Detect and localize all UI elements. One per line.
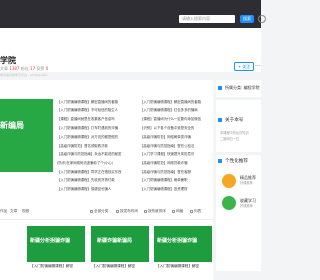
category-label: 所属分类: 编程学院: [225, 85, 260, 90]
list-icon: [190, 209, 193, 213]
card-thumb-text: 新疆分析拐骗诈骗: [157, 238, 198, 244]
recommend-item-sub: 好课推荐: [240, 204, 253, 208]
filter-bar: 作品 文章 视频 全部分类 按发布时间 按热度排序 网格 列表: [0, 209, 213, 217]
news-item[interactable]: 【入门防骗编辑课程】对方说的都是假的: [57, 135, 125, 139]
news-item[interactable]: 【高级诈骗与防范指南】冒充客服: [140, 170, 212, 174]
recommend-icon: [218, 159, 222, 163]
filter-option-hot[interactable]: 按热度排序: [144, 209, 166, 214]
filter-option-label: 按热度排序: [148, 209, 166, 213]
banner-text: 新编局: [0, 121, 24, 130]
search-button[interactable]: 搜索: [240, 15, 254, 23]
view-label: 网格: [176, 209, 184, 213]
news-item[interactable]: 【高级诈骗防范】网络刷单类诈骗: [140, 135, 212, 139]
filter-option-label: 按发布时间: [120, 209, 138, 213]
card-thumb-text: 新疆诈骗新骗局: [97, 238, 133, 244]
banner-image[interactable]: [0, 99, 53, 172]
news-item[interactable]: 【入门防骗编辑课程】解密直播间的套路: [140, 100, 212, 104]
card-title[interactable]: 【入门防骗编辑课程】解密: [30, 264, 86, 269]
news-item[interactable]: 【入门防骗编辑课程】保健品也骗人: [57, 187, 125, 191]
about-text: 本课程中的反诈知识: [220, 131, 249, 135]
card-thumbnail[interactable]: [91, 226, 149, 262]
more-icon[interactable]: ···: [255, 63, 261, 70]
site-title: 学院: [0, 56, 16, 65]
top-nav-bar: [0, 0, 261, 28]
view-grid-toggle[interactable]: 网格: [172, 209, 183, 214]
news-item[interactable]: 【入门学习课程】快速提升风险意识: [140, 152, 212, 156]
checkbox-icon: [144, 209, 147, 213]
filter-option-category[interactable]: 全部分类: [90, 209, 108, 214]
news-item[interactable]: 【入门防骗编辑课程】投资理财: [140, 187, 212, 191]
news-item[interactable]: 【课程】直播间为什么一定要你添加微信: [140, 117, 212, 121]
news-item[interactable]: 【入门防骗编辑课程】同学正在借钱买东西: [57, 170, 125, 174]
category-icon: [218, 86, 222, 90]
fans-label: 粉丝: [20, 66, 29, 71]
news-item[interactable]: 【入门防骗编辑课程】打车时遇到的诈骗: [57, 126, 125, 130]
news-item[interactable]: 【入门防骗编辑课程】先收到货再付款: [57, 178, 125, 182]
recommend-panel: [216, 155, 261, 271]
likes-label: 获赞: [36, 66, 45, 71]
site-stats: 文章 1387 粉丝 17 获赞 0: [0, 66, 48, 72]
checkbox-icon: [90, 209, 93, 213]
news-item[interactable]: 【高级诈骗与防范指南】冒充公检法: [140, 144, 212, 148]
checkbox-icon: [116, 209, 119, 213]
card-title[interactable]: 【入门防骗编辑课程】解密: [156, 264, 212, 269]
recommend-heading: 个性化推荐: [225, 159, 248, 164]
card-thumbnail[interactable]: [27, 226, 85, 262]
fans-count: 17: [30, 66, 36, 71]
news-item[interactable]: 【课程】直播间就是在收集客户信息吗: [57, 117, 125, 121]
qr-hint: 二维码扫一扫: [220, 137, 240, 141]
about-panel: [216, 100, 261, 152]
info-icon: [218, 118, 222, 122]
news-item[interactable]: 【高级诈骗防范】网络贷款诈骗: [140, 161, 212, 165]
avatar[interactable]: [222, 174, 236, 188]
about-heading: 关于本号: [225, 118, 244, 123]
tab-videos[interactable]: 视频: [22, 209, 29, 214]
filter-option-label: 全部分类: [94, 209, 109, 213]
news-item[interactable]: 【高级诈骗与防范指南】永远不能说的秘密: [57, 152, 125, 156]
tab-articles[interactable]: 文章: [10, 209, 17, 214]
news-item[interactable]: (防诈)在家网络码流波骗你了个(小心): [57, 161, 125, 165]
avatar[interactable]: [222, 196, 236, 210]
news-item[interactable]: 【入门防骗编辑课程】红包多多的骗局: [140, 108, 212, 112]
card-thumb-text: 新疆分析拐骗诈骗: [30, 238, 71, 244]
recommend-item-sub: 好课推荐: [240, 181, 253, 185]
news-item[interactable]: 【入门防骗编辑课程】刷单兼职: [140, 178, 212, 182]
grid-icon: [172, 209, 175, 213]
news-item[interactable]: 【入门防骗编辑课程】解密直播间的套路: [57, 100, 125, 104]
view-label: 列表: [194, 209, 202, 213]
filter-option-time[interactable]: 按发布时间: [116, 209, 138, 214]
view-list-toggle[interactable]: 列表: [190, 209, 201, 214]
likes-count: 0: [45, 66, 49, 71]
card-title[interactable]: 【入门防骗编辑课程】解密: [92, 264, 148, 269]
site-description: 成为最好的学习平台 - Amitapublic: [0, 73, 48, 77]
news-item[interactable]: 【入门防骗编辑课程】不可轻信的陌生人: [57, 108, 125, 112]
tab-works[interactable]: 作品: [0, 209, 7, 214]
card-thumbnail[interactable]: [154, 226, 212, 262]
help-icon[interactable]: [258, 15, 266, 23]
follow-button[interactable]: + 关注: [234, 62, 254, 71]
news-item[interactable]: 【高级诈骗防范】冒名领取救济款: [57, 144, 125, 148]
articles-label: 文章: [0, 66, 8, 71]
divider: [0, 219, 213, 220]
search-input[interactable]: 请输入搜索内容: [179, 15, 235, 23]
articles-count: 1387: [9, 66, 20, 71]
news-item[interactable]: 【识别】以下各个设备中谁是安全的: [140, 126, 212, 130]
